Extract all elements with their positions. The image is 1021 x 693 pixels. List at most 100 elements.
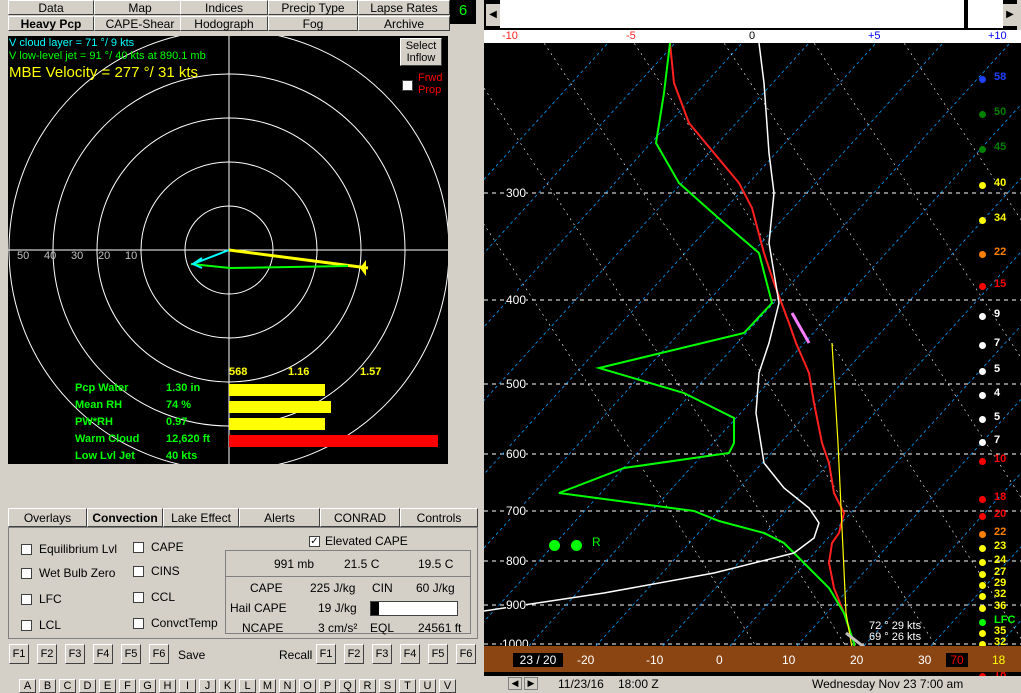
recall-f4-button[interactable]: F4 [400,644,420,664]
top-axis-label-0: -10 [502,30,518,42]
letter-u-button[interactable]: U [419,679,436,693]
wind-speed-9: 5 [994,363,1001,375]
pressure-label-900: 900 [506,598,527,612]
status-right-arrow[interactable]: ▶ [524,677,538,690]
recall-f2-button[interactable]: F2 [344,644,364,664]
select-inflow-button[interactable]: Select Inflow [400,38,442,66]
status-left-arrow[interactable]: ◀ [508,677,522,690]
wind-dot-3 [979,182,986,189]
letter-q-button[interactable]: Q [339,679,356,693]
stat-value-2: 0.97 [166,416,188,428]
check-cins[interactable] [133,566,144,577]
check-cape[interactable] [133,542,144,553]
save-f1-button[interactable]: F1 [9,644,29,664]
convection-panel: Equilibrium Lvl Wet Bulb Zero LFC LCL CAPE CI… [8,527,478,639]
hail-cape-bar [370,601,458,616]
bottom-tab-convection[interactable]: Convection [87,508,163,527]
letter-r-button[interactable]: R [359,679,376,693]
stat-bar-0 [229,384,325,396]
save-f5-button[interactable]: F5 [121,644,141,664]
time-slider[interactable]: ◀ ▶ [484,0,1017,30]
stat-bar-3 [229,435,438,447]
letter-d-button[interactable]: D [79,679,96,693]
elevated-cape-label: Elevated CAPE [325,534,408,548]
bottom-tab-overlays[interactable]: Overlays [8,508,87,527]
check-label-c2-3: ConvctTemp [151,616,218,630]
tab-indices[interactable]: Indices [180,0,268,15]
letter-e-button[interactable]: E [99,679,116,693]
hail-cape-bar-fill [371,602,379,615]
tab-archive[interactable]: Archive [358,16,450,31]
letter-h-button[interactable]: H [159,679,176,693]
letter-j-button[interactable]: J [199,679,216,693]
tab-heavy-pcp[interactable]: Heavy Pcp [8,16,94,31]
tab-data[interactable]: Data [8,0,94,15]
bottom-tab-alerts[interactable]: Alerts [239,508,320,527]
surface-right-value: 70 [946,653,968,667]
ring-label-30: 30 [71,250,84,262]
letter-f-button[interactable]: F [119,679,136,693]
tab-cape-shear[interactable]: CAPE-Shear [94,16,186,31]
wind-dot-12 [979,439,986,446]
elevated-cape-checkbox[interactable]: ✓ [309,536,320,547]
slider-right-arrow[interactable]: ▶ [1003,4,1017,26]
tab-lapse-rates[interactable]: Lapse Rates [358,0,450,15]
bottom-tab-conrad[interactable]: CONRAD [320,508,400,527]
slider-left-arrow[interactable]: ◀ [486,4,500,26]
check-ccl[interactable] [133,592,144,603]
letter-i-button[interactable]: I [179,679,196,693]
ring-label-20: 20 [98,250,111,262]
tab-map[interactable]: Map [94,0,186,15]
ring-label-10: 10 [125,250,138,262]
tab-precip-type[interactable]: Precip Type [268,0,358,15]
dry-adiabat-4 [723,43,1021,498]
save-f2-button[interactable]: F2 [37,644,57,664]
recall-f5-button[interactable]: F5 [428,644,448,664]
check-lfc[interactable] [21,594,32,605]
check-wet-bulb-zero[interactable] [21,568,32,579]
dewpoint-trace [558,43,857,659]
letter-m-button[interactable]: M [259,679,276,693]
letter-g-button[interactable]: G [139,679,156,693]
letter-k-button[interactable]: K [219,679,236,693]
scale-label-0: 568 [229,366,248,378]
check-convcttemp[interactable] [133,618,144,629]
top-axis-label-2: 0 [749,30,756,42]
tab-hodograph[interactable]: Hodograph [180,16,268,31]
wind-dot-11 [979,416,986,423]
top-axis-label-1: -5 [626,30,636,42]
letter-n-button[interactable]: N [279,679,296,693]
letter-l-button[interactable]: L [239,679,256,693]
slider-track-right[interactable] [968,0,1003,28]
isotherm-3 [484,43,810,402]
bottom-tab-lake-effect[interactable]: Lake Effect [163,508,239,527]
pressure-label-800: 800 [506,554,527,568]
forward-prop-checkbox[interactable] [402,80,413,91]
save-f4-button[interactable]: F4 [93,644,113,664]
check-lcl[interactable] [21,620,32,631]
mbe-velocity-text: MBE Velocity = 277 °/ 31 kts [9,64,199,81]
letter-v-button[interactable]: V [439,679,456,693]
frame-counter: 6 [450,0,476,24]
recall-f3-button[interactable]: F3 [372,644,392,664]
letter-b-button[interactable]: B [39,679,56,693]
cape-value: 225 J/kg [310,581,356,595]
check-equilibrium-lvl[interactable] [21,544,32,555]
letter-p-button[interactable]: P [319,679,336,693]
cloud-layer-vector [192,249,230,265]
letter-s-button[interactable]: S [379,679,396,693]
letter-c-button[interactable]: C [59,679,76,693]
bottom-tab-controls[interactable]: Controls [400,508,478,527]
letter-a-button[interactable]: A [19,679,36,693]
recall-f1-button[interactable]: F1 [316,644,336,664]
slider-track[interactable] [500,0,964,28]
letter-t-button[interactable]: T [399,679,416,693]
wind-speed-22: 36 [994,600,1007,612]
tab-fog[interactable]: Fog [268,16,358,31]
save-f6-button[interactable]: F6 [149,644,169,664]
save-f3-button[interactable]: F3 [65,644,85,664]
letter-o-button[interactable]: O [299,679,316,693]
top-axis-label-3: +5 [868,30,881,42]
recall-f6-button[interactable]: F6 [456,644,476,664]
temp-axis-label-4: 20 [850,653,864,667]
